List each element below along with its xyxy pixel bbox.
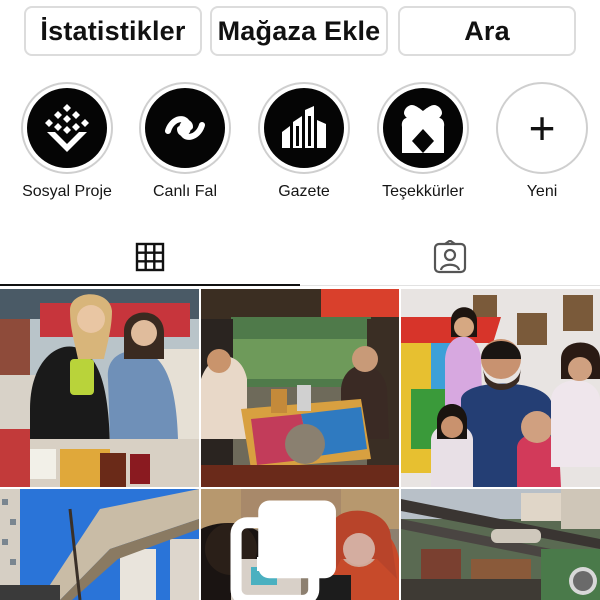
tagged-tab[interactable]	[300, 228, 600, 286]
highlight-ring	[377, 82, 469, 174]
city-buildings-icon	[264, 88, 344, 168]
post-image	[0, 489, 199, 600]
tab-divider	[300, 285, 600, 286]
post-thumbnail[interactable]: 34	[201, 489, 399, 600]
post-thumbnail[interactable]	[401, 489, 600, 600]
add-shop-button[interactable]: Mağaza Ekle	[210, 6, 388, 56]
post-thumbnail[interactable]	[201, 289, 399, 487]
profile-tabs	[0, 228, 600, 288]
highlight-ring	[258, 82, 350, 174]
highlight-label: Gazete	[278, 183, 330, 200]
new-highlight-ring: +	[496, 82, 588, 174]
call-button[interactable]: Ara	[398, 6, 576, 56]
highlight-new[interactable]: + Yeni	[482, 82, 600, 201]
highlight-ring	[139, 82, 231, 174]
post-image	[401, 489, 600, 600]
post-thumbnail[interactable]	[401, 289, 600, 487]
post-image	[401, 289, 600, 487]
tagged-person-icon	[433, 240, 467, 274]
post-image	[0, 289, 199, 487]
highlight-gazete[interactable]: Gazete	[244, 82, 364, 201]
post-image	[201, 289, 399, 487]
grid-icon	[135, 242, 165, 272]
active-tab-indicator	[0, 284, 300, 286]
highlight-label: Teşekkürler	[382, 183, 464, 200]
highlight-label: Yeni	[526, 183, 558, 200]
multiple-photos-icon	[230, 500, 336, 600]
profile-action-buttons: İstatistikler Mağaza Ekle Ara	[24, 6, 576, 56]
plus-icon: +	[528, 102, 556, 154]
highlight-sosyal-proje[interactable]: Sosyal Proje	[7, 82, 127, 201]
insights-button[interactable]: İstatistikler	[24, 6, 202, 56]
highlight-label: Sosyal Proje	[22, 183, 112, 200]
highlight-canli-fal[interactable]: Canlı Fal	[125, 82, 245, 201]
posts-grid: 34	[0, 289, 600, 600]
post-thumbnail[interactable]	[0, 289, 199, 487]
swirl-logo-icon	[145, 88, 225, 168]
post-thumbnail[interactable]	[0, 489, 199, 600]
highlight-ring	[21, 82, 113, 174]
highlight-label: Canlı Fal	[152, 183, 218, 200]
heart-house-icon	[383, 88, 463, 168]
diamond-pattern-icon	[27, 88, 107, 168]
grid-tab[interactable]	[0, 228, 300, 286]
highlight-tesekkurler[interactable]: Teşekkürler	[363, 82, 483, 201]
